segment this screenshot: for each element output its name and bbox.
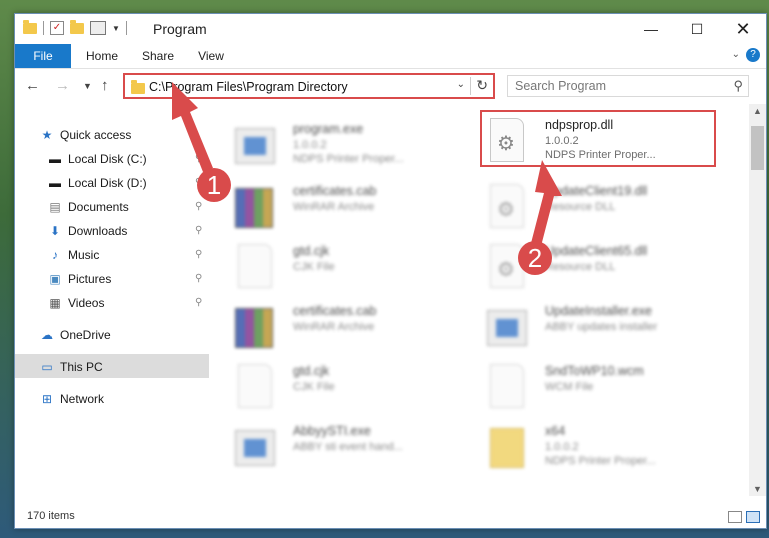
archive-icon: [235, 304, 275, 350]
properties-icon[interactable]: [90, 21, 106, 35]
sidebar-item-this-pc[interactable]: ▭ This PC: [39, 356, 102, 378]
search-input[interactable]: Search Program ⚲: [507, 75, 749, 97]
back-arrow-icon[interactable]: ←: [25, 77, 40, 94]
file-item-program-exe[interactable]: program.exe 1.0.0.2 NDPS Printer Proper.…: [215, 118, 445, 174]
properties-check-icon[interactable]: ✓: [50, 21, 64, 35]
sidebar-item-documents[interactable]: ▤ Documents ⚲: [47, 196, 217, 218]
up-arrow-icon[interactable]: ↑: [101, 77, 109, 94]
file-icon: [235, 244, 275, 290]
address-row: ← → ▼ ↑ C:\Program Files\Program Directo…: [15, 69, 766, 103]
documents-icon: ▤: [49, 200, 61, 214]
address-path[interactable]: C:\Program Files\Program Directory: [149, 80, 348, 94]
forward-arrow-icon[interactable]: →: [55, 77, 70, 94]
close-button[interactable]: ✕: [720, 14, 766, 44]
sidebar-item-downloads[interactable]: ⬇ Downloads ⚲: [47, 220, 217, 242]
scrollbar-thumb[interactable]: [751, 126, 764, 170]
sidebar-item-pictures[interactable]: ▣ Pictures ⚲: [47, 268, 217, 290]
exe-icon: [235, 424, 275, 470]
file-item-abbyysti-exe[interactable]: AbbyySTI.exe ABBY sti event hand...: [215, 420, 445, 476]
help-icon[interactable]: ?: [746, 48, 760, 62]
address-bar[interactable]: C:\Program Files\Program Directory ⌄ ↻: [123, 73, 495, 99]
pictures-icon: ▣: [49, 272, 61, 286]
sidebar-item-network[interactable]: ⊞ Network: [39, 388, 104, 410]
exe-icon: [487, 304, 527, 350]
sidebar-item-onedrive[interactable]: ☁ OneDrive: [39, 324, 111, 346]
callout-badge-two: 2: [518, 241, 552, 275]
minimize-button[interactable]: —: [628, 14, 674, 44]
tab-view[interactable]: View: [191, 44, 231, 68]
sidebar-item-videos[interactable]: ▦ Videos ⚲: [47, 292, 217, 314]
tiles-view-icon[interactable]: [746, 511, 760, 523]
recent-locations-chevron-icon[interactable]: ▼: [83, 81, 92, 91]
window-title: Program: [153, 21, 207, 37]
network-icon: ⊞: [41, 392, 53, 406]
archive-icon: [235, 184, 275, 230]
cloud-icon: ☁: [41, 328, 53, 342]
drive-icon: ▬: [49, 176, 61, 190]
quick-access-toolbar: ✓ ▼: [23, 19, 127, 35]
file-item-gtd-cjk[interactable]: gtd.cjk CJK File: [215, 240, 445, 296]
maximize-button[interactable]: ☐: [674, 14, 720, 44]
sidebar-item-quick-access[interactable]: ★ Quick access: [39, 124, 132, 146]
pin-icon: ⚲: [195, 201, 203, 212]
file-item-updateclient65-dll[interactable]: ⚙ UpdateClient65.dll Resource DLL: [467, 240, 697, 296]
file-list: program.exe 1.0.0.2 NDPS Printer Proper.…: [215, 104, 746, 496]
vertical-scrollbar[interactable]: ▲ ▼: [749, 104, 766, 496]
new-folder-icon[interactable]: [70, 19, 84, 34]
pin-icon: ⚲: [195, 153, 203, 164]
explorer-window: ✓ ▼ Program — ☐ ✕ File Home Share View ⌄…: [14, 13, 767, 529]
item-count: 170 items: [27, 510, 75, 522]
computer-icon: ▭: [41, 360, 53, 374]
details-view-icon[interactable]: [728, 511, 742, 523]
file-item-updateclient19-dll[interactable]: ⚙ UpdateClient19.dll Resource DLL: [467, 180, 697, 236]
tab-home[interactable]: Home: [77, 44, 127, 68]
tab-file[interactable]: File: [15, 44, 71, 68]
sidebar-item-local-disk-d[interactable]: ▬Local Disk (D:)⚲: [47, 172, 217, 194]
pin-icon: ⚲: [195, 273, 203, 284]
customize-toolbar-chevron-icon[interactable]: ▼: [112, 24, 120, 33]
folder-icon: [23, 19, 37, 34]
pin-icon: ⚲: [195, 297, 203, 308]
pin-icon: ⚲: [195, 249, 203, 260]
callout-badge-one: 1: [197, 168, 231, 202]
scroll-up-icon[interactable]: ▲: [753, 106, 762, 116]
download-icon: ⬇: [49, 224, 61, 238]
folder-icon: [487, 424, 527, 470]
music-icon: ♪: [52, 248, 58, 262]
sidebar-item-music[interactable]: ♪ Music ⚲: [47, 244, 217, 266]
navigation-pane: ★ Quick access ▬ Local Disk (C:) ⚲ ▬ Local D…: [15, 104, 213, 496]
status-bar: 170 items: [15, 508, 766, 528]
file-item-updateinstaller-exe[interactable]: UpdateInstaller.exe ABBY updates install…: [467, 300, 697, 356]
address-history-chevron-icon[interactable]: ⌄: [457, 79, 465, 90]
drive-icon: ▬: [49, 152, 61, 166]
expand-ribbon-chevron-icon[interactable]: ⌄: [732, 49, 740, 60]
ribbon-tabs: File Home Share View ⌄ ?: [15, 44, 766, 69]
videos-icon: ▦: [49, 296, 61, 310]
dll-icon: ⚙: [487, 184, 527, 230]
refresh-icon[interactable]: ↻: [476, 77, 488, 94]
file-item-gtd-cjk[interactable]: gtd.cjk CJK File: [215, 360, 445, 416]
selected-file-highlight: [480, 110, 716, 167]
file-item-certificates-cab[interactable]: certificates.cab WinRAR Archive: [215, 180, 445, 236]
star-icon: ★: [41, 128, 53, 142]
exe-icon: [235, 122, 275, 168]
file-item-certificates-cab[interactable]: certificates.cab WinRAR Archive: [215, 300, 445, 356]
search-placeholder: Search Program: [515, 79, 607, 93]
title-bar: ✓ ▼ Program — ☐ ✕: [15, 14, 766, 44]
file-icon: [487, 364, 527, 410]
file-icon: [235, 364, 275, 410]
pin-icon: ⚲: [195, 225, 203, 236]
scroll-down-icon[interactable]: ▼: [753, 484, 762, 494]
tab-share[interactable]: Share: [135, 44, 181, 68]
sidebar-item-local-disk-c[interactable]: ▬ Local Disk (C:) ⚲: [47, 148, 217, 170]
file-item-sndtowp10-wcm[interactable]: SndToWP10.wcm WCM File: [467, 360, 697, 416]
search-icon[interactable]: ⚲: [733, 78, 743, 94]
file-item-x64[interactable]: x64 1.0.0.2 NDPS Printer Proper...: [467, 420, 697, 476]
folder-icon: [131, 80, 145, 94]
